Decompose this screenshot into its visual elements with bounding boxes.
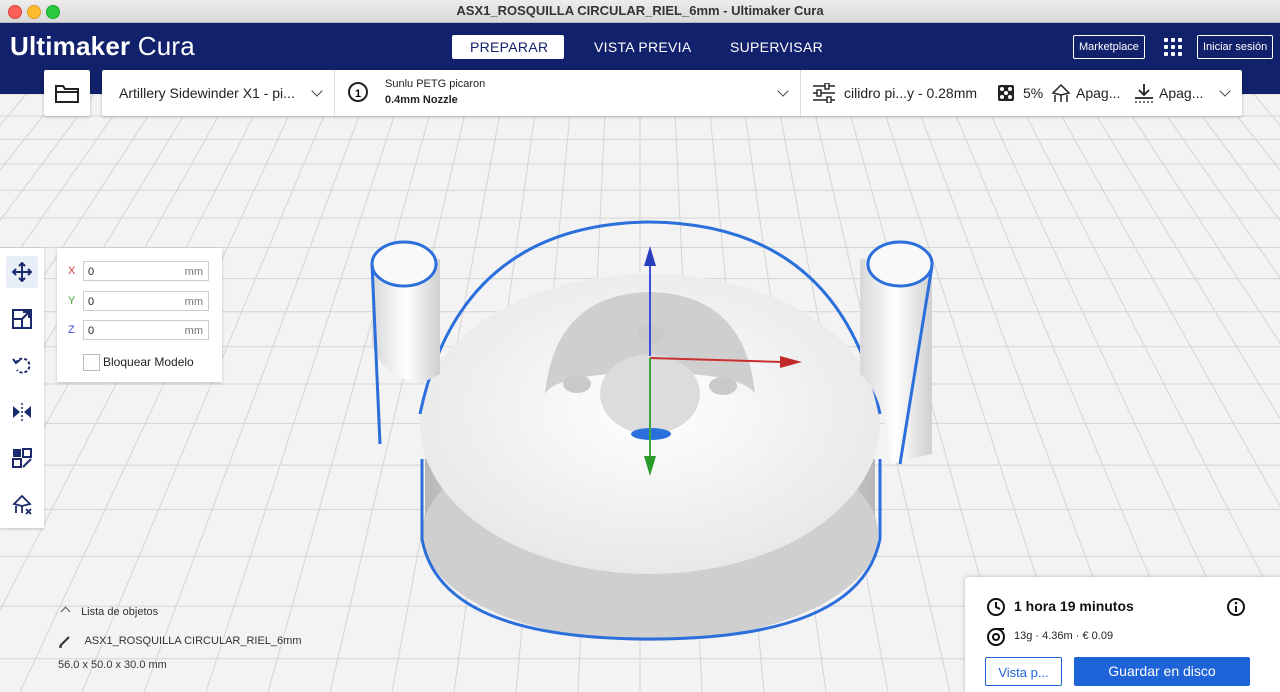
marketplace-button[interactable]: Marketplace — [1073, 35, 1145, 59]
y-position-input[interactable]: 0 mm — [83, 291, 209, 311]
open-file-button[interactable] — [44, 70, 90, 116]
minimize-window-button[interactable] — [27, 5, 41, 19]
save-to-disk-button[interactable]: Guardar en disco — [1074, 657, 1250, 686]
lock-model-label: Bloquear Modelo — [103, 355, 194, 369]
move-tool-button[interactable] — [6, 256, 38, 288]
zoom-window-button[interactable] — [46, 5, 60, 19]
support-icon — [1051, 83, 1071, 102]
support-blocker-button[interactable] — [6, 489, 38, 521]
object-list-header[interactable]: Lista de objetos — [58, 606, 158, 618]
logo-cura: Cura — [137, 31, 195, 61]
mirror-tool-button[interactable] — [6, 396, 38, 428]
close-window-button[interactable] — [8, 5, 22, 19]
tab-preparar[interactable]: PREPARAR — [452, 35, 564, 59]
sliders-icon — [813, 83, 835, 103]
settings-toolbar: Artillery Sidewinder X1 - pi... 1 Sunlu … — [102, 70, 1242, 116]
y-axis-label: Y — [68, 295, 76, 307]
z-position-input[interactable]: 0 mm — [83, 320, 209, 340]
profile-label: cilidro pi...y - 0.28mm — [844, 85, 978, 101]
tab-supervisar[interactable]: SUPERVISAR — [712, 35, 841, 59]
move-icon — [12, 262, 32, 282]
chevron-down-icon — [311, 85, 323, 97]
tab-vista-previa[interactable]: VISTA PREVIA — [576, 35, 710, 59]
printer-selector[interactable]: Artillery Sidewinder X1 - pi... — [102, 70, 335, 116]
pencil-icon — [59, 636, 70, 648]
x-axis-label: X — [68, 265, 76, 277]
y-unit: mm — [184, 296, 203, 308]
per-model-settings-button[interactable] — [6, 442, 38, 474]
scale-tool-button[interactable] — [6, 303, 38, 335]
window-titlebar: ASX1_ROSQUILLA CIRCULAR_RIEL_6mm - Ultim… — [0, 0, 1280, 23]
z-axis-label: Z — [68, 324, 75, 336]
logo-ultimaker: Ultimaker — [10, 31, 131, 61]
info-icon[interactable] — [1226, 597, 1246, 617]
x-value: 0 — [88, 266, 95, 278]
chevron-down-icon — [777, 85, 789, 97]
print-settings-selector[interactable]: cilidro pi...y - 0.28mm 5% Apag... Apag.… — [801, 70, 1242, 116]
print-summary-panel: 1 hora 19 minutos 13g · 4.36m · € 0.09 V… — [965, 577, 1280, 692]
adhesion-icon — [1135, 84, 1153, 103]
chevron-down-icon — [1219, 85, 1231, 97]
z-value: 0 — [88, 325, 95, 337]
preview-button[interactable]: Vista p... — [985, 657, 1062, 686]
material-name: Sunlu PETG picaron — [385, 78, 486, 90]
support-blocker-icon — [12, 495, 32, 515]
x-unit: mm — [184, 266, 203, 278]
window-title: ASX1_ROSQUILLA CIRCULAR_RIEL_6mm - Ultim… — [456, 3, 824, 18]
rotate-icon — [12, 357, 31, 374]
chevron-up-icon — [60, 606, 71, 617]
lock-model-checkbox[interactable] — [83, 354, 100, 371]
nozzle-label: 0.4mm Nozzle — [385, 94, 458, 106]
adhesion-label: Apag... — [1159, 85, 1204, 101]
clock-icon — [987, 598, 1005, 616]
support-label: Apag... — [1076, 85, 1121, 101]
rotate-tool-button[interactable] — [6, 349, 38, 381]
infill-label: 5% — [1023, 85, 1044, 101]
printer-label: Artillery Sidewinder X1 - pi... — [119, 85, 295, 101]
object-dimensions: 56.0 x 50.0 x 30.0 mm — [58, 659, 167, 671]
filament-spool-icon — [987, 628, 1005, 646]
apps-grid-icon[interactable] — [1164, 38, 1182, 56]
scale-icon — [12, 309, 32, 329]
material-usage: 13g · 4.36m · € 0.09 — [1014, 630, 1114, 642]
print-time: 1 hora 19 minutos — [1014, 598, 1134, 614]
folder-icon — [55, 85, 79, 103]
mirror-icon — [13, 403, 31, 421]
object-list-item[interactable]: ASX1_ROSQUILLA CIRCULAR_RIEL_6mm — [58, 634, 301, 648]
move-tool-panel: X 0 mm Y 0 mm Z 0 mm Bloquear Modelo — [57, 248, 222, 382]
signin-button[interactable]: Iniciar sesión — [1197, 35, 1274, 59]
object-name: ASX1_ROSQUILLA CIRCULAR_RIEL_6mm — [84, 634, 302, 647]
infill-icon — [998, 85, 1014, 101]
extruder-selector[interactable]: 1 Sunlu PETG picaron 0.4mm Nozzle — [335, 70, 801, 116]
extruder-number-icon: 1 — [348, 82, 368, 102]
object-list-title: Lista de objetos — [81, 606, 159, 618]
x-position-input[interactable]: 0 mm — [83, 261, 209, 281]
app-logo: Ultimaker Cura — [10, 31, 195, 62]
y-value: 0 — [88, 296, 95, 308]
per-model-settings-icon — [12, 448, 32, 468]
z-unit: mm — [184, 325, 203, 337]
tool-column — [0, 248, 44, 528]
